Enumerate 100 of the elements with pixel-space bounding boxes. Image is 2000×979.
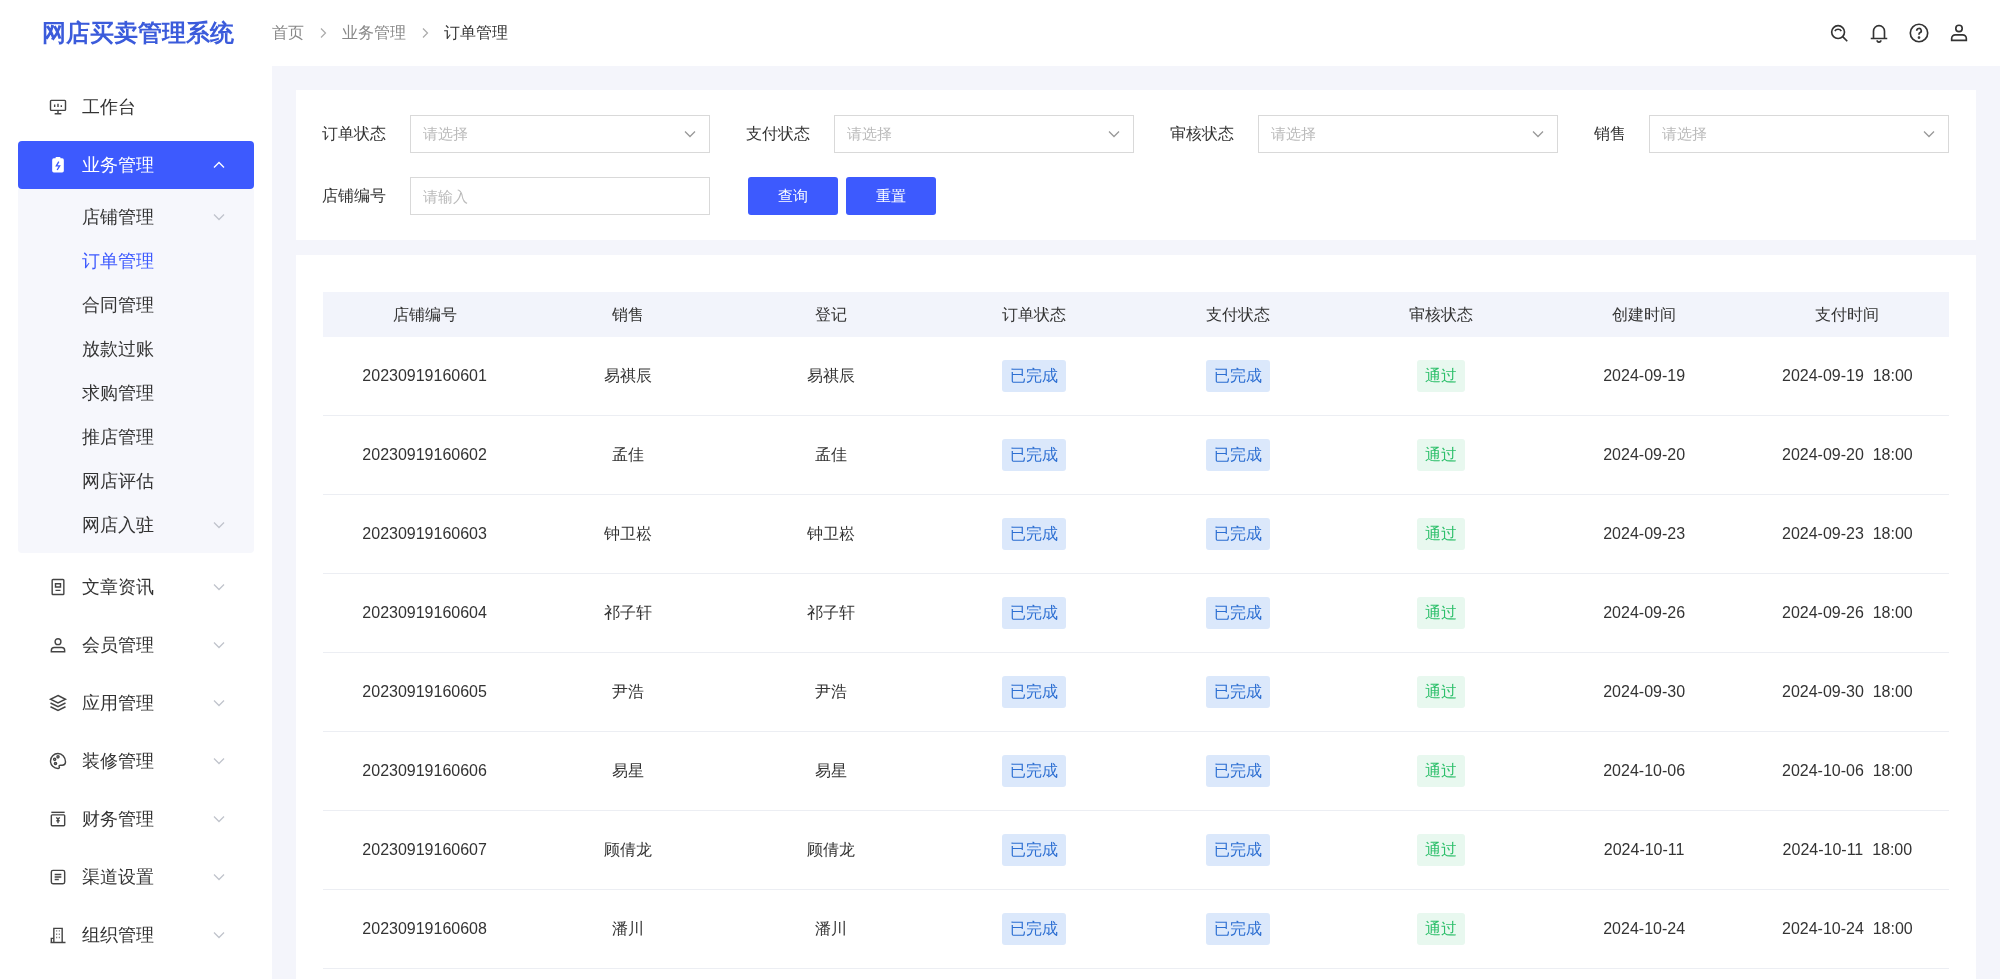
- sidebar-item[interactable]: 应用管理: [18, 679, 254, 727]
- status-tag: 已完成: [1205, 597, 1270, 629]
- table-cell-text: 易星: [815, 761, 848, 781]
- table-cell-text: 易祺辰: [603, 366, 652, 386]
- breadcrumb-link[interactable]: 首页: [272, 21, 304, 45]
- table-cell-text: 20230919160601: [362, 366, 487, 386]
- table-cell-text: 20230919160604: [362, 603, 487, 623]
- sidebar-item[interactable]: 财务管理: [18, 795, 254, 843]
- building-icon: [48, 925, 68, 945]
- filter-label: 店铺编号: [322, 186, 387, 206]
- table-cell-text: 尹浩: [815, 682, 848, 702]
- document-icon: [48, 577, 68, 597]
- table-cell-text: 2024-09-19: [1603, 366, 1686, 386]
- column-header: 销售: [610, 304, 645, 325]
- chevron-right-icon: [318, 27, 328, 39]
- submenu-item[interactable]: 放款过账: [18, 327, 254, 371]
- table-cell-text: 2024-10-06: [1603, 761, 1686, 781]
- status-tag: 已完成: [1002, 597, 1067, 629]
- table-cell-text: 顾倩龙: [807, 840, 856, 860]
- submenu-item[interactable]: 推店管理: [18, 415, 254, 459]
- list-card-icon: [48, 867, 68, 887]
- table-cell-text: 潘川: [815, 919, 848, 939]
- column-header: 创建时间: [1611, 304, 1678, 325]
- table-cell-text: 20230919160608: [362, 919, 487, 939]
- layers-icon: [48, 693, 68, 713]
- table-cell-text: 2024-09-20 18:00: [1782, 445, 1913, 465]
- submenu-item[interactable]: 店铺管理: [18, 195, 254, 239]
- column-header: 支付时间: [1814, 304, 1881, 325]
- status-tag: 通过: [1416, 597, 1465, 629]
- status-tag: 通过: [1416, 676, 1465, 708]
- bell-icon[interactable]: [1868, 22, 1890, 44]
- status-tag: 通过: [1416, 360, 1465, 392]
- money-card-icon: [48, 809, 68, 829]
- breadcrumb-link[interactable]: 业务管理: [342, 21, 406, 45]
- filter-label: 订单状态: [322, 124, 387, 144]
- sidebar-item[interactable]: 工作台: [18, 83, 254, 131]
- sidebar-item[interactable]: 业务管理: [18, 141, 254, 189]
- submenu-item[interactable]: 订单管理: [18, 239, 254, 283]
- submenu-item[interactable]: 网店入驻: [18, 503, 254, 547]
- column-header: 支付状态: [1204, 304, 1271, 325]
- status-tag: 已完成: [1002, 360, 1067, 392]
- table-cell-text: 2024-10-11: [1603, 840, 1685, 860]
- help-icon[interactable]: [1908, 22, 1930, 44]
- status-tag: 已完成: [1002, 439, 1067, 471]
- sidebar-item[interactable]: 文章资讯: [18, 563, 254, 611]
- column-header: 审核状态: [1407, 304, 1474, 325]
- submenu-item[interactable]: 合同管理: [18, 283, 254, 327]
- user-icon[interactable]: [1948, 22, 1970, 44]
- table-cell-text: 祁子轩: [603, 603, 652, 623]
- table-cell-text: 2024-09-23 18:00: [1782, 524, 1913, 544]
- column-header: 店铺编号: [391, 304, 458, 325]
- app-title: 网店买卖管理系统: [41, 18, 235, 48]
- status-tag: 通过: [1416, 913, 1465, 945]
- table-cell-text: 2024-10-24 18:00: [1782, 919, 1913, 939]
- status-tag: 已完成: [1002, 834, 1067, 866]
- table-cell-text: 潘川: [611, 919, 644, 939]
- table-cell-text: 20230919160607: [362, 840, 487, 860]
- status-tag: 已完成: [1205, 834, 1270, 866]
- table-cell-text: 2024-09-23: [1603, 524, 1686, 544]
- status-tag: 已完成: [1205, 755, 1270, 787]
- column-header: 订单状态: [1001, 304, 1068, 325]
- status-tag: 已完成: [1002, 913, 1067, 945]
- status-tag: 已完成: [1205, 518, 1270, 550]
- table-cell-text: 20230919160602: [362, 445, 487, 465]
- filter-label: 审核状态: [1170, 124, 1235, 144]
- status-tag: 已完成: [1002, 755, 1067, 787]
- text-input-field[interactable]: 请输入: [410, 177, 710, 215]
- table-cell-text: 钟卫崧: [807, 524, 856, 544]
- status-tag: 已完成: [1205, 913, 1270, 945]
- table-cell-text: 易星: [611, 761, 644, 781]
- breadcrumb-link[interactable]: 订单管理: [444, 21, 508, 45]
- table-cell-text: 2024-10-24: [1603, 919, 1686, 939]
- sidebar-item[interactable]: 装修管理: [18, 737, 254, 785]
- table-cell-text: 易祺辰: [807, 366, 856, 386]
- table-cell-text: 2024-09-19 18:00: [1782, 366, 1913, 386]
- table-cell-text: 孟佳: [815, 445, 848, 465]
- sidebar-item[interactable]: 组织管理: [18, 911, 254, 959]
- status-tag: 通过: [1416, 755, 1465, 787]
- table-cell-text: 祁子轩: [807, 603, 856, 623]
- user-icon: [48, 635, 68, 655]
- filter-label: 支付状态: [746, 124, 811, 144]
- sidebar-item[interactable]: 渠道设置: [18, 853, 254, 901]
- table-cell-text: 2024-09-26 18:00: [1782, 603, 1913, 623]
- status-tag: 已完成: [1002, 676, 1067, 708]
- table-cell-text: 尹浩: [611, 682, 644, 702]
- submenu-item[interactable]: 求购管理: [18, 371, 254, 415]
- table-cell-text: 2024-09-30: [1603, 682, 1686, 702]
- table-cell-text: 20230919160603: [362, 524, 487, 544]
- submenu-item[interactable]: 网店评估: [18, 459, 254, 503]
- palette-icon: [48, 751, 68, 771]
- column-header: 登记: [814, 304, 849, 325]
- table-cell-text: 2024-09-20: [1603, 445, 1686, 465]
- action-button[interactable]: 重置: [846, 177, 936, 215]
- search-icon[interactable]: [1828, 22, 1850, 44]
- table-cell-text: 20230919160605: [362, 682, 487, 702]
- status-tag: 通过: [1416, 439, 1465, 471]
- table-cell-text: 2024-09-26: [1603, 603, 1686, 623]
- action-button[interactable]: 查询: [748, 177, 838, 215]
- sidebar-item[interactable]: 会员管理: [18, 621, 254, 669]
- monitor-icon: [48, 97, 68, 117]
